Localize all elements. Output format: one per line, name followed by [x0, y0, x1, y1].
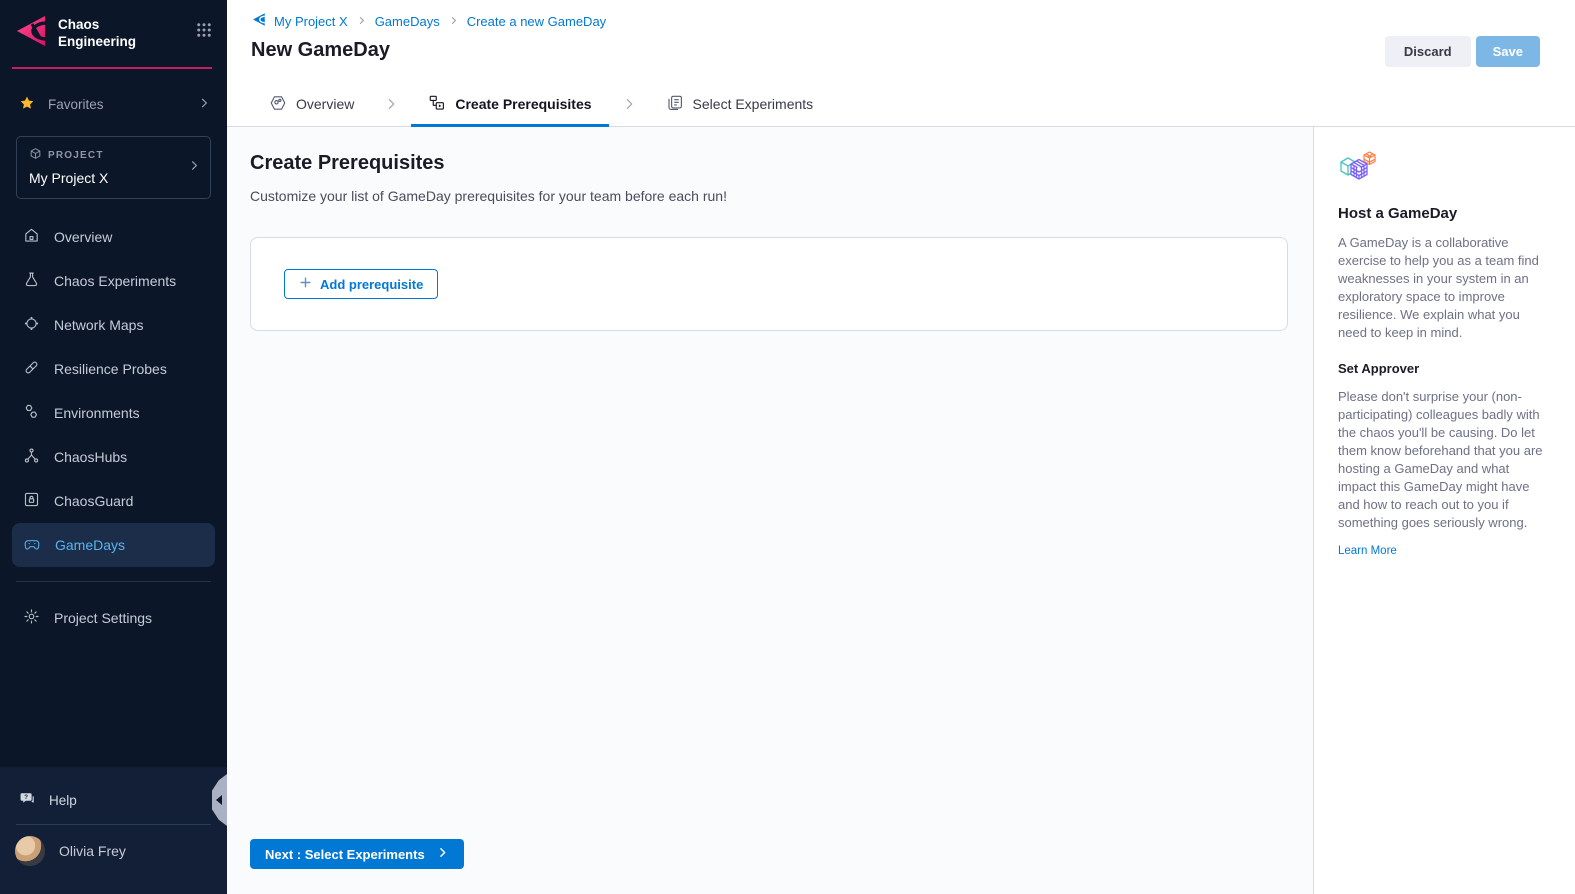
learn-more-link[interactable]: Learn More — [1338, 545, 1397, 557]
app-root: Chaos Engineering Favorites — [0, 0, 1575, 894]
chevron-right-icon — [383, 96, 399, 112]
environments-icon — [23, 403, 40, 423]
sidebar-item-gamedays[interactable]: GameDays — [12, 523, 215, 567]
project-selector[interactable]: PROJECT My Project X — [16, 136, 211, 199]
sidebar-item-project-settings[interactable]: Project Settings — [12, 596, 215, 640]
brand: Chaos Engineering — [0, 0, 227, 64]
chevron-right-icon — [356, 14, 367, 29]
next-select-experiments-button[interactable]: Next : Select Experiments — [250, 839, 464, 869]
help-chat-icon: ? — [19, 790, 36, 810]
discard-button[interactable]: Discard — [1385, 36, 1471, 67]
help-panel-intro: A GameDay is a collaborative exercise to… — [1338, 234, 1551, 342]
sidebar-bottom: ? Help Olivia Frey — [0, 767, 227, 894]
module-grid-icon[interactable] — [195, 21, 213, 44]
network-map-icon — [23, 315, 40, 335]
header-actions: Discard Save — [1385, 36, 1540, 67]
help-panel-approver-text: Please don't surprise your (non-particip… — [1338, 388, 1551, 532]
user-name: Olivia Frey — [59, 843, 126, 859]
gamepad-icon — [23, 535, 41, 556]
nav-divider — [16, 581, 211, 582]
flask-icon — [23, 271, 40, 291]
save-button[interactable]: Save — [1476, 36, 1540, 67]
sidebar: Chaos Engineering Favorites — [0, 0, 227, 894]
page-title: New GameDay — [251, 39, 1575, 62]
breadcrumb-create-gameday[interactable]: Create a new GameDay — [467, 14, 606, 29]
guard-icon — [23, 491, 40, 511]
overview-tab-icon — [269, 94, 287, 115]
chevron-left-icon — [216, 795, 222, 805]
brand-name: Chaos Engineering — [58, 17, 136, 49]
wizard-tabs: Overview Create Prerequisites — [227, 82, 1575, 127]
chevron-right-icon — [621, 96, 637, 112]
breadcrumb-project[interactable]: My Project X — [274, 14, 348, 29]
bottom-divider — [16, 824, 211, 825]
tab-select-experiments[interactable]: Select Experiments — [649, 82, 831, 127]
project-name: My Project X — [29, 170, 184, 186]
sidebar-item-chaos-experiments[interactable]: Chaos Experiments — [12, 259, 215, 303]
chaos-engineering-logo-icon — [12, 13, 48, 54]
star-icon — [19, 95, 35, 114]
sidebar-item-environments[interactable]: Environments — [12, 391, 215, 435]
tab-overview[interactable]: Overview — [252, 82, 371, 127]
harness-mini-logo-icon — [251, 12, 266, 30]
gear-icon — [23, 608, 40, 628]
sidebar-item-chaosguard[interactable]: ChaosGuard — [12, 479, 215, 523]
cube-icon — [29, 147, 42, 163]
user-menu[interactable]: Olivia Frey — [0, 836, 227, 866]
sidebar-item-network-maps[interactable]: Network Maps — [12, 303, 215, 347]
prerequisites-tab-icon — [428, 94, 446, 115]
prerequisites-card: Add prerequisite — [250, 237, 1288, 331]
chevron-right-icon — [197, 96, 211, 113]
favorites-label: Favorites — [48, 97, 104, 112]
gameday-cubes-icon — [1338, 172, 1378, 189]
content-subheading: Customize your list of GameDay prerequis… — [250, 188, 1313, 204]
help-panel-approver-title: Set Approver — [1338, 361, 1551, 376]
chevron-right-icon — [187, 158, 201, 177]
probe-icon — [23, 359, 40, 379]
sidebar-item-chaoshubs[interactable]: ChaosHubs — [12, 435, 215, 479]
brand-divider — [12, 67, 212, 69]
help-panel-title: Host a GameDay — [1338, 205, 1551, 222]
hub-icon — [23, 447, 40, 467]
chevron-right-icon — [448, 14, 459, 29]
plus-icon — [299, 276, 312, 292]
main-content: Create Prerequisites Customize your list… — [227, 127, 1313, 894]
content-heading: Create Prerequisites — [250, 152, 1313, 175]
sidebar-item-overview[interactable]: Overview — [12, 215, 215, 259]
page-header: My Project X GameDays Create a new GameD… — [227, 0, 1575, 82]
chevron-right-icon — [436, 846, 449, 862]
sidebar-nav: Overview Chaos Experiments — [0, 215, 227, 640]
experiments-tab-icon — [666, 94, 684, 115]
breadcrumb: My Project X GameDays Create a new GameD… — [227, 0, 1575, 30]
main-column: My Project X GameDays Create a new GameD… — [227, 0, 1575, 894]
favorites-item[interactable]: Favorites — [0, 95, 227, 114]
home-icon — [23, 227, 40, 247]
content-row: Create Prerequisites Customize your list… — [227, 127, 1575, 894]
help-item[interactable]: ? Help — [0, 784, 227, 816]
avatar — [15, 836, 45, 866]
add-prerequisite-button[interactable]: Add prerequisite — [284, 269, 438, 299]
svg-text:?: ? — [24, 794, 28, 801]
breadcrumb-gamedays[interactable]: GameDays — [375, 14, 440, 29]
help-panel: Host a GameDay A GameDay is a collaborat… — [1313, 127, 1575, 894]
project-label: PROJECT — [48, 150, 104, 161]
tab-create-prerequisites[interactable]: Create Prerequisites — [411, 82, 608, 127]
sidebar-item-resilience-probes[interactable]: Resilience Probes — [12, 347, 215, 391]
